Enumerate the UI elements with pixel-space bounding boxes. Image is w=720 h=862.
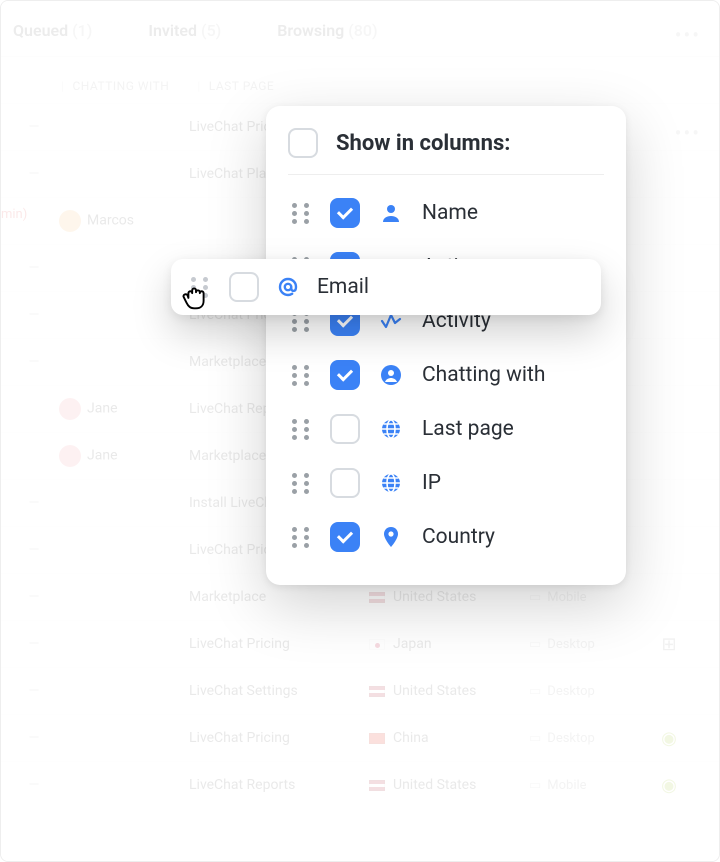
columns-menu-icon[interactable]: •••: [675, 121, 701, 145]
column-label-country: Country: [422, 525, 495, 549]
person-circle-icon: [378, 362, 404, 388]
column-label-chatting_with: Chatting with: [422, 363, 545, 387]
tabs-bar: Queued (1) Invited (5) Browsing (80) •••: [1, 1, 719, 57]
column-row-chatting_with[interactable]: Chatting with: [288, 353, 604, 397]
col-header-last-page: LAST PAGE: [209, 79, 274, 93]
at-icon: [275, 274, 301, 300]
tab-queued[interactable]: Queued (1): [13, 21, 92, 40]
person-icon: [378, 200, 404, 226]
columns-popover: Show in columns: NameActionsActivityChat…: [266, 106, 626, 585]
column-row-last_page[interactable]: Last page: [288, 407, 604, 451]
column-checkbox-email[interactable]: [229, 272, 259, 302]
drag-handle-icon[interactable]: [292, 419, 312, 440]
table-row[interactable]: —LiveChat PricingChinaDesktop: [1, 714, 719, 761]
column-checkbox-name[interactable]: [330, 198, 360, 228]
table-row[interactable]: —LiveChat ReportsUnited StatesMobile: [1, 761, 719, 808]
table-row[interactable]: —LiveChat PricingJapanDesktop: [1, 620, 719, 667]
column-label-email: Email: [317, 275, 369, 299]
wait-time-badge: min): [1, 207, 27, 222]
drag-handle-icon[interactable]: [292, 527, 312, 548]
column-label-name: Name: [422, 201, 478, 225]
drag-handle-icon[interactable]: [292, 473, 312, 494]
column-label-last_page: Last page: [422, 417, 514, 441]
globe-icon: [378, 416, 404, 442]
column-label-ip: IP: [422, 471, 441, 495]
tab-browsing[interactable]: Browsing (80): [277, 21, 377, 40]
column-checkbox-ip[interactable]: [330, 468, 360, 498]
column-checkbox-last_page[interactable]: [330, 414, 360, 444]
column-row-name[interactable]: Name: [288, 191, 604, 235]
column-row-country[interactable]: Country: [288, 515, 604, 559]
drag-handle-icon[interactable]: [292, 203, 312, 224]
tab-invited[interactable]: Invited (5): [148, 21, 221, 40]
col-header-chatting-with: CHATTING WITH: [72, 79, 169, 93]
drag-handle-icon[interactable]: [292, 365, 312, 386]
column-headers: |CHATTING WITH |LAST PAGE: [1, 57, 719, 103]
column-checkbox-country[interactable]: [330, 522, 360, 552]
select-all-checkbox[interactable]: [288, 128, 318, 158]
pin-icon: [378, 524, 404, 550]
column-checkbox-chatting_with[interactable]: [330, 360, 360, 390]
popover-title: Show in columns:: [336, 131, 510, 156]
grab-cursor-icon: [177, 277, 215, 315]
column-row-ip[interactable]: IP: [288, 461, 604, 505]
table-row[interactable]: —LiveChat SettingsUnited StatesDesktop: [1, 667, 719, 714]
kebab-menu-icon[interactable]: •••: [675, 23, 701, 47]
column-row-email-dragging[interactable]: Email: [171, 259, 601, 315]
globe-icon: [378, 470, 404, 496]
